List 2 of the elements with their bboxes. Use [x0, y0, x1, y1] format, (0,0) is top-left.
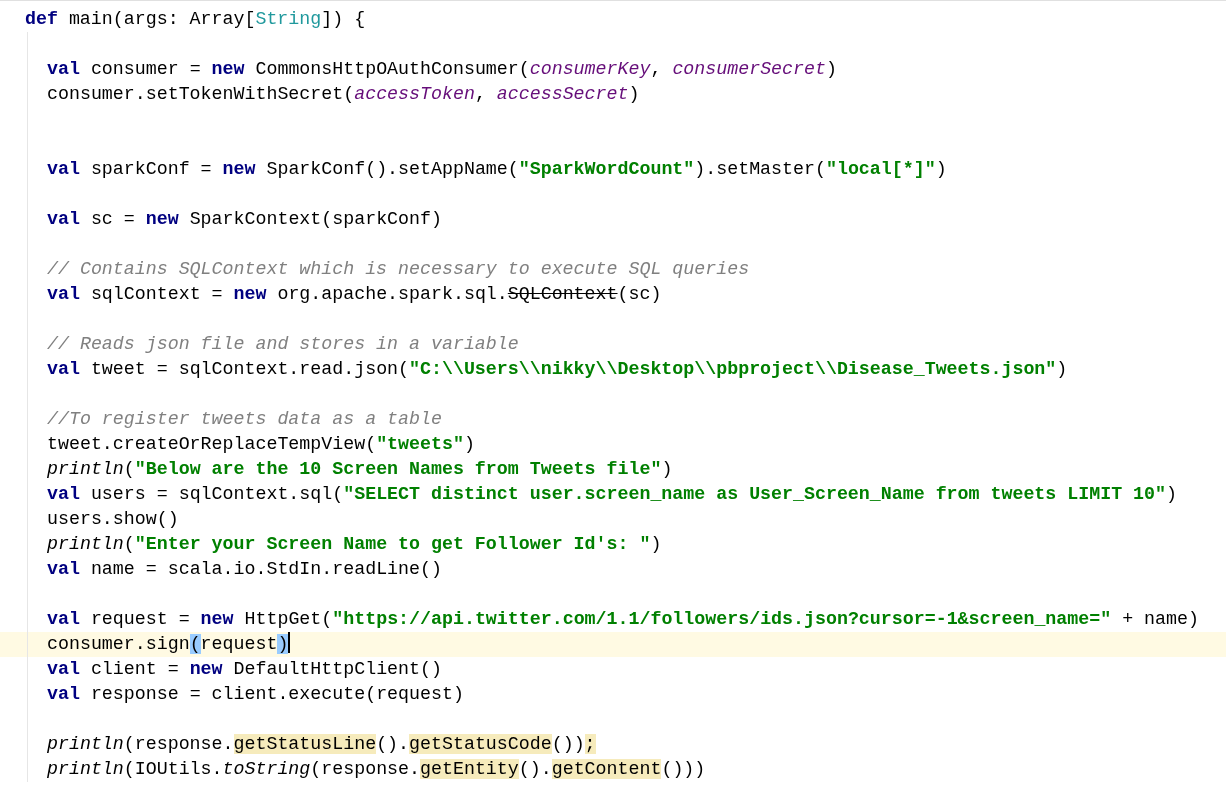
text-cursor: [288, 632, 291, 653]
code-line: def main(args: Array[String]) {: [24, 8, 367, 31]
